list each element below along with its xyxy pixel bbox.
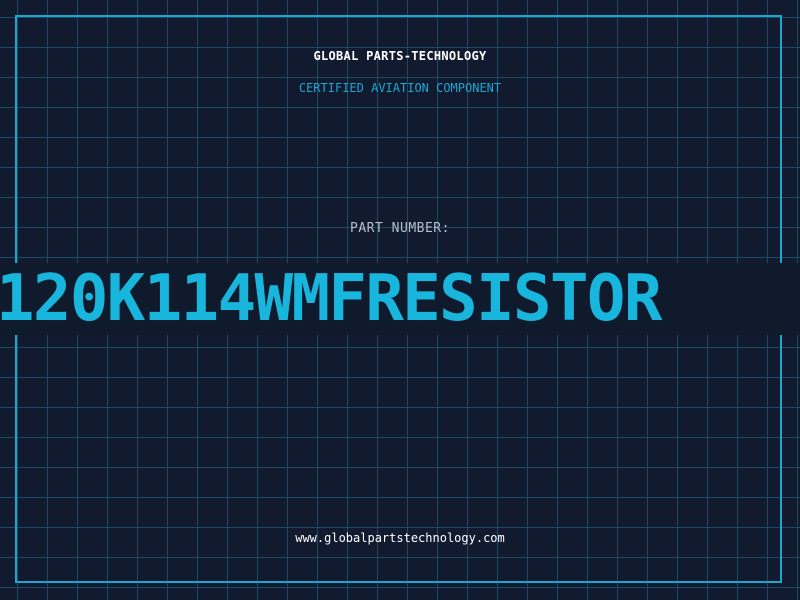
certification-subtitle: CERTIFIED AVIATION COMPONENT [298,81,502,95]
part-number-label: PART NUMBER: [350,221,450,236]
website-url: www.globalpartstechnology.com [295,531,505,545]
label-card: GLOBAL PARTS-TECHNOLOGY CERTIFIED AVIATI… [0,0,800,600]
part-number-band: 120K114WMFRESISTOR [0,263,800,335]
brand-title: GLOBAL PARTS-TECHNOLOGY [313,49,487,63]
part-number-value: 120K114WMFRESISTOR [0,263,662,335]
